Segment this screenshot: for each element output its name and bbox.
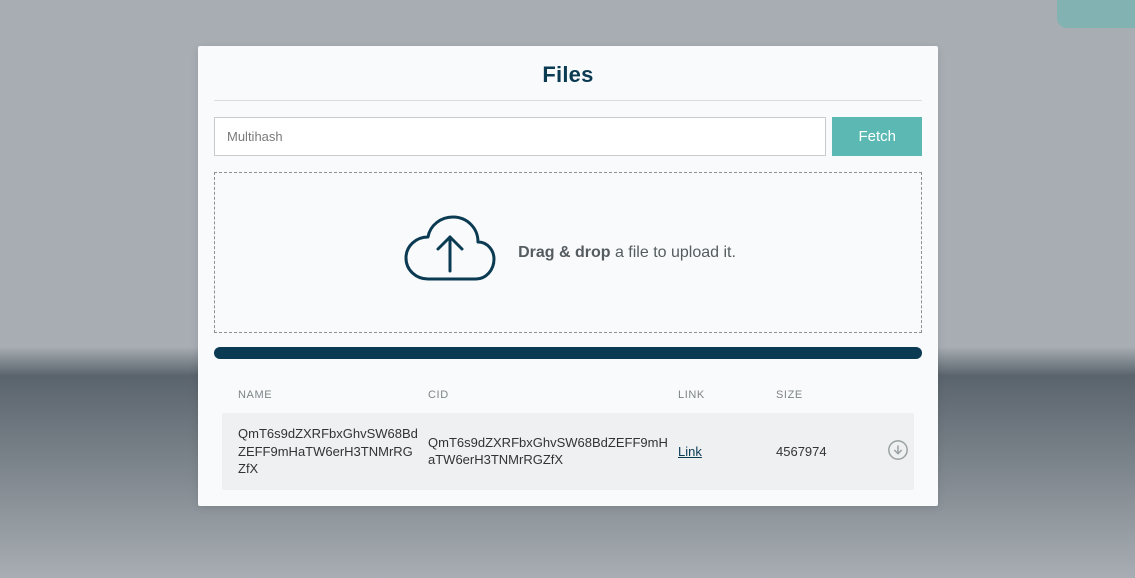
files-table: NAME CID LINK SIZE QmT6s9dZXRFbxGhvSW68B… [214, 377, 922, 490]
cell-link: Link [678, 444, 776, 459]
page-title: Files [214, 62, 922, 101]
col-header-cid: CID [428, 389, 678, 401]
background-accent [1057, 0, 1135, 28]
col-header-size: SIZE [776, 389, 874, 401]
dropzone[interactable]: Drag & drop a file to upload it. [214, 172, 922, 333]
col-header-link: LINK [678, 389, 776, 401]
dropzone-text: Drag & drop a file to upload it. [518, 244, 736, 262]
files-dialog: Files Fetch Drag & drop a file to upload… [198, 46, 938, 506]
cell-size: 4567974 [776, 444, 874, 459]
download-icon[interactable] [887, 439, 909, 464]
col-header-name: NAME [238, 389, 428, 401]
multihash-input[interactable] [214, 117, 826, 156]
cell-name: QmT6s9dZXRFbxGhvSW68BdZEFF9mHaTW6erH3TNM… [238, 425, 428, 478]
table-row: QmT6s9dZXRFbxGhvSW68BdZEFF9mHaTW6erH3TNM… [222, 413, 914, 490]
file-link[interactable]: Link [678, 444, 702, 459]
cell-cid: QmT6s9dZXRFbxGhvSW68BdZEFF9mHaTW6erH3TNM… [428, 434, 678, 469]
table-header-row: NAME CID LINK SIZE [222, 377, 914, 413]
progress-bar [214, 347, 922, 359]
fetch-row: Fetch [214, 117, 922, 156]
fetch-button[interactable]: Fetch [832, 117, 922, 156]
dropzone-bold: Drag & drop [518, 244, 610, 261]
cloud-upload-icon [400, 211, 500, 294]
dropzone-rest: a file to upload it. [611, 244, 736, 261]
cell-download [874, 439, 922, 464]
